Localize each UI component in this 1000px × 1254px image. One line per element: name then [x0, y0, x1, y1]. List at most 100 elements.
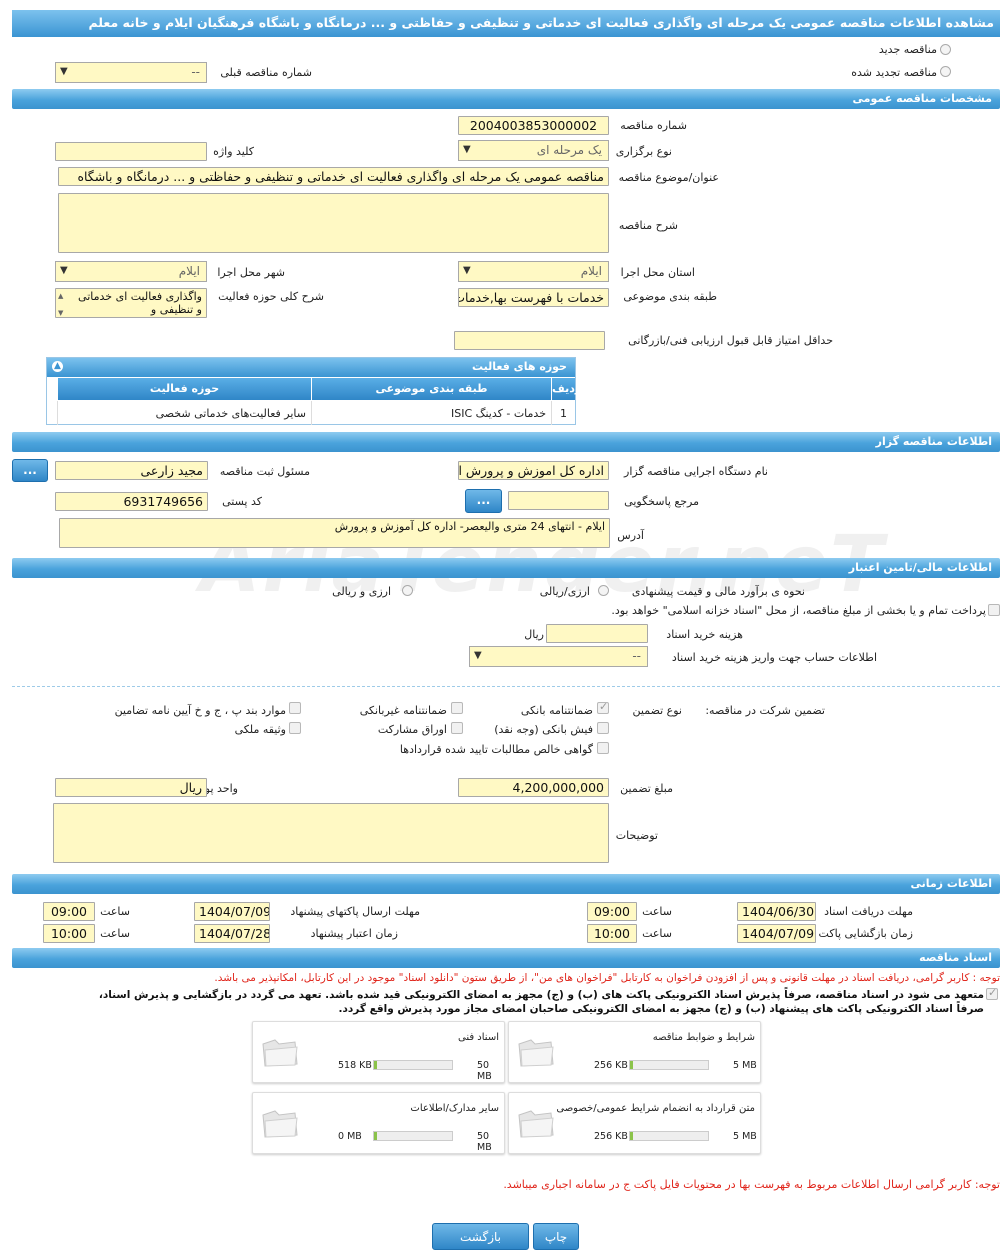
back-button[interactable]: بازگشت: [432, 1223, 529, 1250]
activity-table-title: حوزه های فعالیت ▲: [47, 358, 575, 377]
send-date: 1404/07/09: [194, 902, 270, 921]
folder-icon: [518, 1039, 554, 1067]
open-label: زمان بازگشایی پاکت ها: [805, 927, 913, 940]
chevron-down-icon: ▼: [60, 66, 68, 77]
prev-number-select[interactable]: -- ▼: [55, 62, 207, 83]
subject-label: عنوان/موضوع مناقصه: [618, 171, 719, 184]
open-time: 10:00: [587, 924, 637, 943]
valid-time-label: ساعت: [100, 927, 130, 940]
desc-field: [58, 193, 609, 253]
guarantee-opt-clauses-checkbox[interactable]: [289, 702, 301, 714]
ref-select-button[interactable]: ...: [465, 489, 502, 513]
file-max: 5 MB: [733, 1131, 757, 1142]
organizer-bar: اطلاعات مناقصه گزار: [12, 432, 1000, 452]
commit-text-2: صرفاً اسناد الکترونیکی پاکت های پیشنهاد …: [338, 1003, 984, 1015]
receive-time-label: ساعت: [642, 905, 672, 918]
keyword-field[interactable]: [55, 142, 207, 161]
province-label: استان محل اجرا: [620, 266, 695, 279]
file-card-technical[interactable]: اسناد فنی 518 KB 50 MB: [252, 1021, 505, 1083]
receive-date: 1404/06/30: [737, 902, 816, 921]
officer-field: مجید زارعی: [55, 461, 208, 480]
file-max: 50 MB: [477, 1060, 492, 1082]
guarantee-opt-cash-checkbox[interactable]: [597, 722, 609, 734]
file-max: 5 MB: [733, 1060, 757, 1071]
file-card-other[interactable]: سایر مدارک/اطلاعات 0 MB 50 MB: [252, 1092, 505, 1154]
commit-text-1: متعهد می شود در اسناد مناقصه، صرفاً پذیر…: [98, 989, 984, 1001]
docs-bar: اسناد مناقصه: [12, 948, 1000, 968]
guarantee-opt-nonbank-checkbox[interactable]: [451, 702, 463, 714]
notes-label: توضیحات: [615, 829, 658, 842]
type-label: نوع برگزاری: [615, 145, 672, 158]
docs-note: توجه : کاربر گرامی، دریافت اسناد در مهلت…: [214, 972, 1000, 984]
radio-estimate-2[interactable]: [402, 585, 413, 596]
guarantee-opt-bank-checkbox[interactable]: [597, 700, 609, 714]
radio-estimate-1[interactable]: [598, 585, 609, 596]
collapse-icon[interactable]: ▲: [52, 361, 63, 372]
notes-field: [53, 803, 609, 863]
city-select[interactable]: ایلام ▼: [55, 261, 207, 282]
number-label: شماره مناقصه: [620, 119, 687, 132]
receive-label: مهلت دریافت اسناد: [824, 905, 913, 918]
ref-field: [508, 491, 609, 510]
officer-label: مسئول ثبت مناقصه: [219, 465, 310, 478]
estimate-opt2: ارزی و ریالی: [332, 585, 391, 598]
file-card-terms[interactable]: شرایط و ضوابط مناقصه 256 KB 5 MB: [508, 1021, 761, 1083]
col-cat: طبقه بندی موضوعی: [311, 378, 551, 400]
timing-bar: اطلاعات زمانی: [12, 874, 1000, 894]
treasury-checkbox[interactable]: [988, 604, 1000, 616]
activity-label: شرح کلی حوزه فعالیت: [218, 290, 324, 303]
open-date: 1404/07/09: [737, 924, 816, 943]
guarantee-opt-property-checkbox[interactable]: [289, 722, 301, 734]
finance-bar: اطلاعات مالی/تامین اعتبار: [12, 558, 1000, 578]
amount-label: مبلغ تضمین: [620, 782, 673, 795]
divider: [12, 686, 1000, 687]
file-progress: [629, 1131, 709, 1141]
file-card-contract[interactable]: متن قرارداد به انضمام شرایط عمومی/خصوصی …: [508, 1092, 761, 1154]
scroll-down-icon[interactable]: ▼: [58, 307, 63, 317]
category-label: طبقه بندی موضوعی: [623, 290, 717, 303]
file-size: 256 KB: [594, 1131, 628, 1142]
valid-date: 1404/07/28: [194, 924, 270, 943]
province-select[interactable]: ایلام ▼: [458, 261, 609, 282]
file-size: 256 KB: [594, 1060, 628, 1071]
receive-time: 09:00: [587, 902, 637, 921]
print-button[interactable]: چاپ: [533, 1223, 579, 1250]
guarantee-opt-nonbank: ضمانتنامه غیربانکی: [359, 704, 447, 717]
guarantee-label: تضمین شرکت در مناقصه:: [705, 704, 825, 717]
table-row-field: سایر فعالیت‌های خدماتی شخصی: [57, 401, 311, 425]
address-label: آدرس: [617, 529, 644, 542]
chevron-down-icon: ▼: [60, 265, 68, 276]
type-select[interactable]: یک مرحله ای ▼: [458, 140, 609, 161]
estimate-opt1: ارزی/ریالی: [539, 585, 590, 598]
commit-checkbox[interactable]: [986, 986, 998, 1000]
guarantee-opt-bonds-checkbox[interactable]: [451, 722, 463, 734]
category-field: خدمات با فهرست بها,خدمات: [458, 288, 609, 307]
new-label: مناقصه جدید: [878, 43, 937, 56]
file-title: متن قرارداد به انضمام شرایط عمومی/خصوصی: [556, 1103, 755, 1114]
scroll-up-icon[interactable]: ▲: [58, 290, 63, 303]
guarantee-opt-bank: ضمانتنامه بانکی: [520, 704, 593, 717]
doc-cost-unit: ریال: [524, 628, 544, 641]
chevron-down-icon: ▼: [463, 265, 471, 276]
doc-cost-field: [546, 624, 648, 643]
address-field: ایلام - انتهای 24 متری والیعصر- اداره کل…: [59, 518, 610, 548]
account-label: اطلاعات حساب جهت واریز هزینه خرید اسناد: [671, 651, 877, 664]
score-field: [454, 331, 605, 350]
file-max: 50 MB: [477, 1131, 492, 1153]
officer-select-button[interactable]: ...: [12, 459, 48, 482]
treasury-text: پرداخت تمام و یا بخشی از مبلغ مناقصه، از…: [611, 604, 986, 617]
radio-new[interactable]: [940, 44, 951, 55]
col-field: حوزه فعالیت: [57, 378, 311, 400]
file-progress: [629, 1060, 709, 1070]
guarantee-opt-clauses: موارد بند پ ، ج و خ آیین نامه تضامین: [114, 704, 286, 717]
folder-icon: [262, 1110, 298, 1138]
guarantee-opt-claims: گواهی خالص مطالبات تایید شده قراردادها: [399, 743, 593, 756]
file-size: 0 MB: [338, 1131, 362, 1142]
activity-table: حوزه های فعالیت ▲ ردیف طبقه بندی موضوعی ح…: [46, 357, 581, 425]
radio-renewed[interactable]: [940, 66, 951, 77]
file-title: اسناد فنی: [458, 1032, 499, 1043]
account-select[interactable]: -- ▼: [469, 646, 648, 667]
file-title: سایر مدارک/اطلاعات: [410, 1103, 499, 1114]
guarantee-opt-claims-checkbox[interactable]: [597, 742, 609, 754]
col-row: ردیف: [551, 378, 581, 400]
